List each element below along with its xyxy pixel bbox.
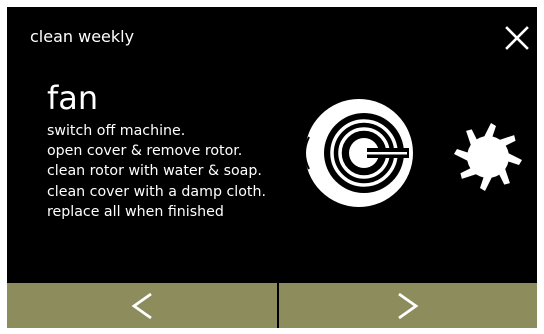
instruction-list: switch off machine. open cover & remove …: [47, 121, 266, 222]
fan-rotor-icon: [454, 123, 522, 191]
instruction-line: clean cover with a damp cloth.: [47, 183, 266, 200]
fan-cover-icon: [304, 99, 413, 207]
chevron-left-icon: [131, 292, 152, 319]
instruction-line: open cover & remove rotor.: [47, 143, 243, 160]
next-button[interactable]: [279, 283, 537, 328]
close-icon: [505, 26, 529, 50]
fan-illustration: [299, 97, 529, 212]
instruction-line: clean rotor with water & soap.: [47, 163, 262, 180]
page-title: clean weekly: [30, 27, 135, 46]
close-button[interactable]: [503, 24, 531, 52]
navigation-bar: [7, 283, 537, 328]
instruction-line: switch off machine.: [47, 123, 186, 139]
step-title: fan: [47, 79, 99, 117]
instruction-line: replace all when finished: [47, 203, 224, 220]
chevron-right-icon: [398, 292, 419, 319]
previous-button[interactable]: [7, 283, 277, 328]
screen: clean weekly fan switch off machine. ope…: [7, 7, 537, 328]
